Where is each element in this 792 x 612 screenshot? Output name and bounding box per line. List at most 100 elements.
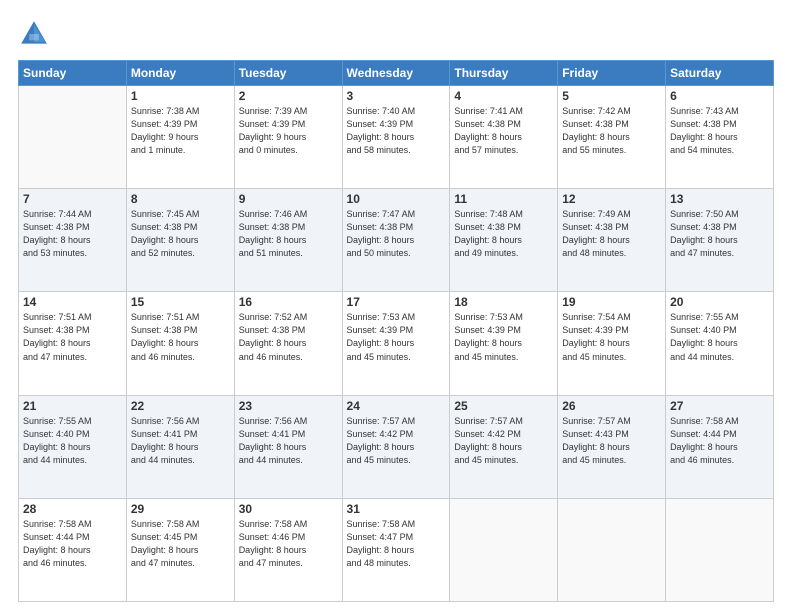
day-number: 27 [670,399,769,413]
day-info: Sunrise: 7:52 AM Sunset: 4:38 PM Dayligh… [239,311,338,363]
day-number: 13 [670,192,769,206]
day-number: 24 [347,399,446,413]
calendar-cell-1-5: 12 Sunrise: 7:49 AM Sunset: 4:38 PM Dayli… [558,189,666,292]
day-info: Sunrise: 7:45 AM Sunset: 4:38 PM Dayligh… [131,208,230,260]
calendar-cell-2-0: 14Sunrise: 7:51 AM Sunset: 4:38 PM Dayli… [19,292,127,395]
calendar-cell-2-5: 19 Sunrise: 7:54 AM Sunset: 4:39 PM Dayli… [558,292,666,395]
calendar-cell-1-2: 9 Sunrise: 7:46 AM Sunset: 4:38 PM Daylig… [234,189,342,292]
day-number: 7 [23,192,122,206]
day-info: Sunrise: 7:44 AM Sunset: 4:38 PM Dayligh… [23,208,122,260]
week-row-4: 28 Sunrise: 7:58 AM Sunset: 4:44 PM Dayli… [19,498,774,601]
calendar-cell-0-5: 5 Sunrise: 7:42 AM Sunset: 4:38 PM Daylig… [558,86,666,189]
day-info: Sunrise: 7:57 AM Sunset: 4:43 PM Dayligh… [562,415,661,467]
weekday-friday: Friday [558,61,666,86]
calendar-cell-3-1: 22 Sunrise: 7:56 AM Sunset: 4:41 PM Dayli… [126,395,234,498]
weekday-sunday: Sunday [19,61,127,86]
calendar-cell-0-4: 4 Sunrise: 7:41 AM Sunset: 4:38 PM Daylig… [450,86,558,189]
day-number: 16 [239,295,338,309]
calendar-cell-4-3: 31 Sunrise: 7:58 AM Sunset: 4:47 PM Dayli… [342,498,450,601]
calendar-cell-1-4: 11Sunrise: 7:48 AM Sunset: 4:38 PM Dayli… [450,189,558,292]
calendar-cell-2-6: 20 Sunrise: 7:55 AM Sunset: 4:40 PM Dayli… [666,292,774,395]
day-info: Sunrise: 7:57 AM Sunset: 4:42 PM Dayligh… [347,415,446,467]
day-number: 20 [670,295,769,309]
day-info: Sunrise: 7:55 AM Sunset: 4:40 PM Dayligh… [670,311,769,363]
header [18,18,774,50]
weekday-wednesday: Wednesday [342,61,450,86]
weekday-thursday: Thursday [450,61,558,86]
day-number: 30 [239,502,338,516]
day-number: 23 [239,399,338,413]
day-number: 15 [131,295,230,309]
day-info: Sunrise: 7:39 AM Sunset: 4:39 PM Dayligh… [239,105,338,157]
calendar-cell-3-2: 23 Sunrise: 7:56 AM Sunset: 4:41 PM Dayli… [234,395,342,498]
day-info: Sunrise: 7:49 AM Sunset: 4:38 PM Dayligh… [562,208,661,260]
day-info: Sunrise: 7:58 AM Sunset: 4:45 PM Dayligh… [131,518,230,570]
day-number: 3 [347,89,446,103]
day-number: 17 [347,295,446,309]
day-info: Sunrise: 7:58 AM Sunset: 4:44 PM Dayligh… [670,415,769,467]
day-info: Sunrise: 7:43 AM Sunset: 4:38 PM Dayligh… [670,105,769,157]
day-number: 12 [562,192,661,206]
weekday-header-row: SundayMondayTuesdayWednesdayThursdayFrid… [19,61,774,86]
weekday-saturday: Saturday [666,61,774,86]
day-number: 1 [131,89,230,103]
day-info: Sunrise: 7:50 AM Sunset: 4:38 PM Dayligh… [670,208,769,260]
calendar-cell-3-3: 24 Sunrise: 7:57 AM Sunset: 4:42 PM Dayli… [342,395,450,498]
day-info: Sunrise: 7:48 AM Sunset: 4:38 PM Dayligh… [454,208,553,260]
calendar-cell-4-2: 30Sunrise: 7:58 AM Sunset: 4:46 PM Dayli… [234,498,342,601]
calendar-cell-4-0: 28 Sunrise: 7:58 AM Sunset: 4:44 PM Dayli… [19,498,127,601]
day-number: 2 [239,89,338,103]
day-info: Sunrise: 7:51 AM Sunset: 4:38 PM Dayligh… [131,311,230,363]
day-info: Sunrise: 7:47 AM Sunset: 4:38 PM Dayligh… [347,208,446,260]
calendar-cell-3-4: 25 Sunrise: 7:57 AM Sunset: 4:42 PM Dayli… [450,395,558,498]
calendar-cell-2-3: 17 Sunrise: 7:53 AM Sunset: 4:39 PM Dayli… [342,292,450,395]
calendar-cell-0-2: 2 Sunrise: 7:39 AM Sunset: 4:39 PM Daylig… [234,86,342,189]
weekday-tuesday: Tuesday [234,61,342,86]
day-info: Sunrise: 7:51 AM Sunset: 4:38 PM Dayligh… [23,311,122,363]
day-number: 29 [131,502,230,516]
calendar-cell-1-3: 10 Sunrise: 7:47 AM Sunset: 4:38 PM Dayli… [342,189,450,292]
week-row-2: 14Sunrise: 7:51 AM Sunset: 4:38 PM Dayli… [19,292,774,395]
week-row-0: 1Sunrise: 7:38 AM Sunset: 4:39 PM Daylig… [19,86,774,189]
calendar-cell-4-1: 29 Sunrise: 7:58 AM Sunset: 4:45 PM Dayli… [126,498,234,601]
day-info: Sunrise: 7:56 AM Sunset: 4:41 PM Dayligh… [131,415,230,467]
calendar-cell-1-6: 13 Sunrise: 7:50 AM Sunset: 4:38 PM Dayli… [666,189,774,292]
day-info: Sunrise: 7:54 AM Sunset: 4:39 PM Dayligh… [562,311,661,363]
day-number: 5 [562,89,661,103]
day-number: 28 [23,502,122,516]
calendar-cell-0-0 [19,86,127,189]
day-number: 9 [239,192,338,206]
day-info: Sunrise: 7:53 AM Sunset: 4:39 PM Dayligh… [454,311,553,363]
day-number: 6 [670,89,769,103]
calendar-cell-0-3: 3 Sunrise: 7:40 AM Sunset: 4:39 PM Daylig… [342,86,450,189]
day-number: 25 [454,399,553,413]
calendar-cell-0-6: 6 Sunrise: 7:43 AM Sunset: 4:38 PM Daylig… [666,86,774,189]
day-number: 31 [347,502,446,516]
day-info: Sunrise: 7:40 AM Sunset: 4:39 PM Dayligh… [347,105,446,157]
day-info: Sunrise: 7:41 AM Sunset: 4:38 PM Dayligh… [454,105,553,157]
calendar-cell-1-0: 7 Sunrise: 7:44 AM Sunset: 4:38 PM Daylig… [19,189,127,292]
day-info: Sunrise: 7:42 AM Sunset: 4:38 PM Dayligh… [562,105,661,157]
day-info: Sunrise: 7:57 AM Sunset: 4:42 PM Dayligh… [454,415,553,467]
calendar-cell-2-2: 16 Sunrise: 7:52 AM Sunset: 4:38 PM Dayli… [234,292,342,395]
calendar-cell-2-1: 15 Sunrise: 7:51 AM Sunset: 4:38 PM Dayli… [126,292,234,395]
weekday-monday: Monday [126,61,234,86]
day-number: 10 [347,192,446,206]
calendar-table: SundayMondayTuesdayWednesdayThursdayFrid… [18,60,774,602]
day-number: 18 [454,295,553,309]
calendar-cell-4-6 [666,498,774,601]
calendar-cell-4-5 [558,498,666,601]
day-info: Sunrise: 7:55 AM Sunset: 4:40 PM Dayligh… [23,415,122,467]
day-info: Sunrise: 7:58 AM Sunset: 4:47 PM Dayligh… [347,518,446,570]
calendar-cell-3-5: 26Sunrise: 7:57 AM Sunset: 4:43 PM Dayli… [558,395,666,498]
calendar-cell-3-0: 21Sunrise: 7:55 AM Sunset: 4:40 PM Dayli… [19,395,127,498]
day-info: Sunrise: 7:56 AM Sunset: 4:41 PM Dayligh… [239,415,338,467]
day-info: Sunrise: 7:58 AM Sunset: 4:44 PM Dayligh… [23,518,122,570]
calendar-cell-1-1: 8Sunrise: 7:45 AM Sunset: 4:38 PM Daylig… [126,189,234,292]
day-info: Sunrise: 7:46 AM Sunset: 4:38 PM Dayligh… [239,208,338,260]
logo [18,18,56,50]
day-info: Sunrise: 7:53 AM Sunset: 4:39 PM Dayligh… [347,311,446,363]
day-number: 4 [454,89,553,103]
day-number: 19 [562,295,661,309]
day-number: 22 [131,399,230,413]
